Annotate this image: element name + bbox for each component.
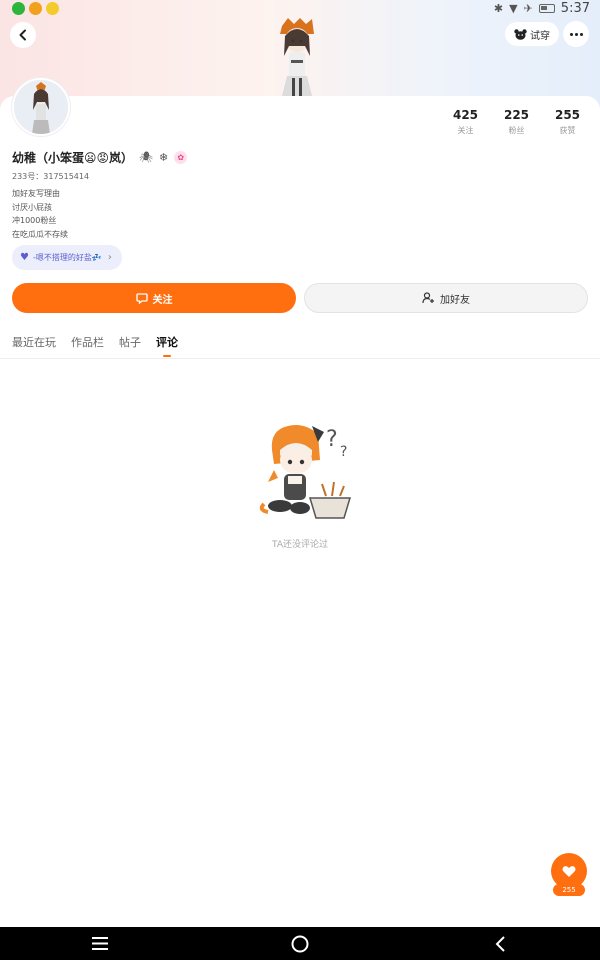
chat-bubble-icon [135, 293, 148, 304]
heart-icon [562, 865, 576, 877]
tab-works[interactable]: 作品栏 [71, 334, 104, 358]
stat-number: 255 [554, 108, 581, 122]
user-id: 233号：317515414 [12, 172, 90, 181]
menu-nav-button[interactable] [80, 930, 120, 958]
orange-app-icon [29, 2, 42, 15]
add-user-icon [422, 292, 434, 304]
bio-line: 在吃瓜瓜不存续 [12, 229, 68, 239]
like-count-badge: 255 [553, 884, 585, 896]
bio-line: 加好友写理由 [12, 189, 60, 198]
tab-recently-played[interactable]: 最近在玩 [12, 334, 56, 358]
stat-followers[interactable]: 225 粉丝 [491, 108, 542, 136]
stat-number: 225 [503, 108, 530, 122]
profile-tabs: 最近在玩 作品栏 帖子 评论 [12, 334, 178, 358]
stat-label: 获赞 [559, 126, 576, 135]
empty-state-illustration: ? ? [259, 425, 352, 519]
system-nav-bar [0, 927, 600, 960]
bio-line: 讨厌小屁孩 [12, 202, 52, 212]
yellow-app-icon [46, 2, 59, 15]
back-button[interactable] [10, 22, 36, 48]
badge-icon[interactable]: ✿ [174, 151, 188, 164]
svg-text:?: ? [340, 444, 347, 460]
back-arrow-icon [495, 935, 505, 952]
tabs-divider [0, 358, 600, 359]
try-on-label: 试穿 [530, 30, 550, 42]
empty-state-text: TA还没评论过 [272, 540, 328, 550]
status-time: 5:37 [560, 1, 590, 16]
follow-label: 关注 [152, 294, 173, 306]
bio-line: 冲1000粉丝 [12, 216, 57, 225]
follow-button[interactable]: 关注 [12, 283, 296, 313]
battery-icon [538, 4, 555, 13]
bear-icon [514, 28, 527, 40]
add-friend-button[interactable]: 加好友 [304, 283, 588, 313]
username: 幼稚（小笨蛋😦😡岚） [12, 151, 134, 165]
name-row: 幼稚（小笨蛋😦😡岚） 🕷 ❄ ✿ [12, 149, 188, 166]
stat-number: 425 [452, 108, 479, 122]
more-dots-icon [569, 32, 583, 36]
snowflake-icon: ❄ [159, 151, 169, 164]
home-circle-icon [291, 935, 309, 952]
try-on-button[interactable]: 试穿 [505, 22, 559, 46]
chevron-left-icon [19, 29, 26, 41]
chevron-right-icon: › [107, 252, 112, 263]
tab-comments[interactable]: 评论 [156, 334, 178, 358]
menu-icon [92, 937, 108, 950]
green-app-icon [12, 2, 25, 15]
stat-label: 关注 [457, 126, 474, 135]
stat-following[interactable]: 425 关注 [440, 108, 491, 136]
tab-posts[interactable]: 帖子 [119, 334, 141, 358]
status-tag[interactable]: ♥ -嗯不搭理的好盐💤 › [12, 245, 122, 270]
back-nav-button[interactable] [480, 930, 520, 958]
profile-stats: 425 关注 225 粉丝 255 获赞 [440, 108, 593, 136]
heart-icon: ♥ [20, 252, 29, 263]
avatar[interactable] [12, 78, 70, 136]
bluetooth-icon: ✱ [493, 2, 504, 15]
home-nav-button[interactable] [280, 930, 320, 958]
wifi-icon: ▼ [509, 2, 518, 15]
svg-text:?: ? [326, 427, 338, 452]
airplane-icon: ✈ [523, 2, 533, 15]
stat-likes[interactable]: 255 获赞 [542, 108, 593, 136]
avatar-figure [14, 80, 68, 134]
stat-label: 粉丝 [508, 126, 525, 135]
bio: 加好友写理由 讨厌小屁孩 冲1000粉丝 在吃瓜瓜不存续 [12, 187, 68, 241]
add-friend-label: 加好友 [440, 294, 470, 306]
status-tag-label: -嗯不搭理的好盐💤 [32, 253, 102, 262]
more-button[interactable] [563, 21, 589, 47]
spider-icon: 🕷 [139, 151, 153, 164]
character-figure [280, 18, 314, 96]
